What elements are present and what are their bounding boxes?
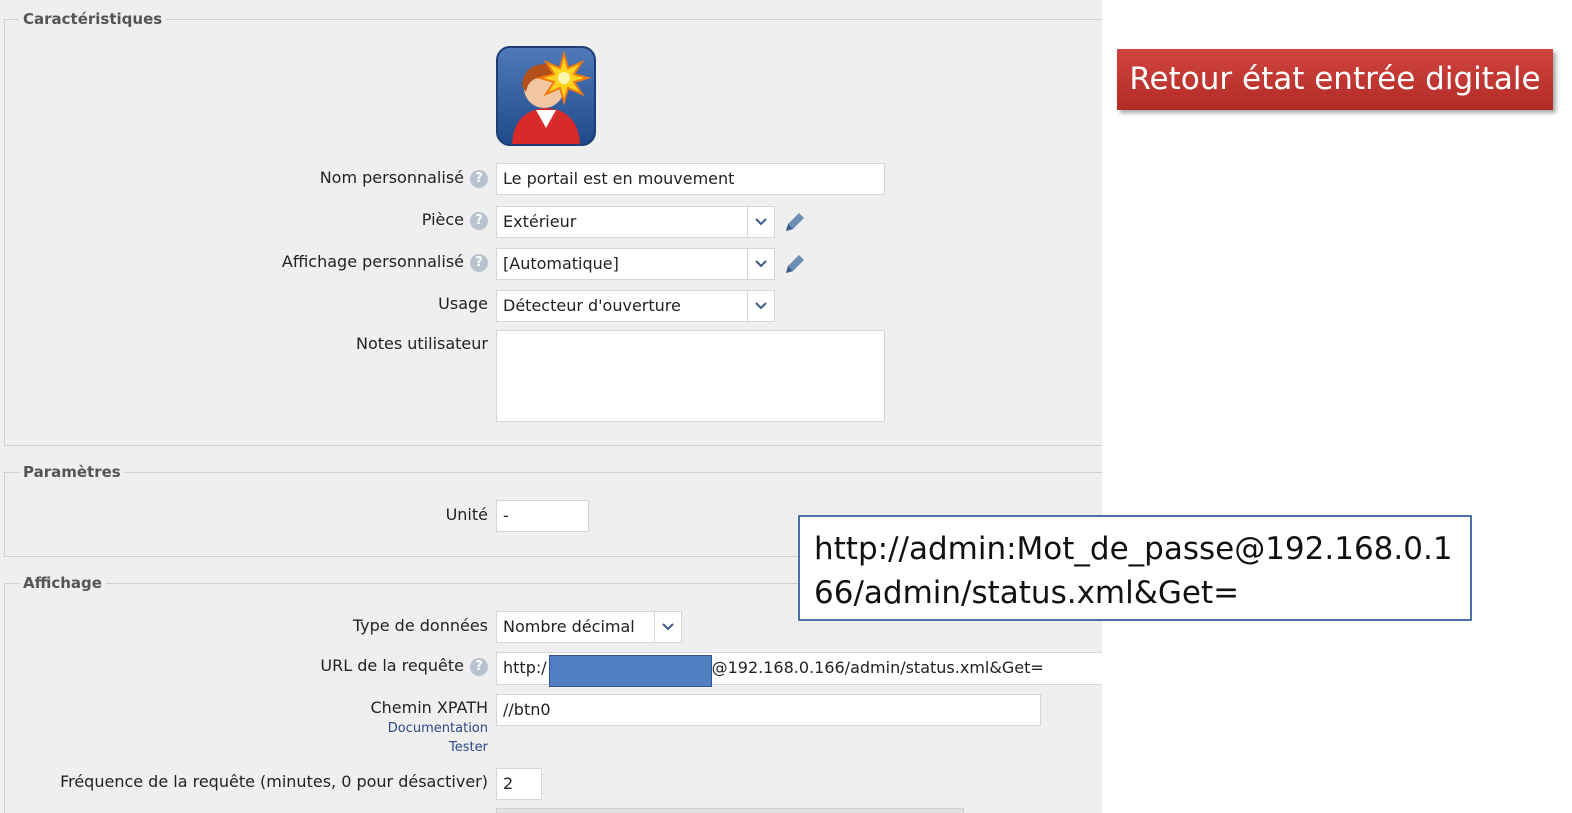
help-icon[interactable]: ? bbox=[470, 253, 488, 272]
section-title-affichage: Affichage bbox=[23, 574, 102, 592]
affichage-personnalise-select[interactable]: [Automatique] bbox=[496, 248, 775, 280]
notes-utilisateur-label: Notes utilisateur bbox=[355, 334, 488, 353]
help-icon[interactable]: ? bbox=[470, 211, 488, 230]
chevron-down-icon[interactable] bbox=[747, 249, 774, 279]
url-callout: http://admin:Mot_de_passe@192.168.0.166/… bbox=[798, 515, 1472, 621]
device-settings-panel: Caractéristiques Nom personnalisé? Le po… bbox=[0, 0, 1102, 813]
usage-label: Usage bbox=[438, 294, 488, 313]
piece-label: Pièce? bbox=[422, 210, 488, 230]
user-alert-avatar-icon[interactable] bbox=[496, 46, 596, 146]
piece-select[interactable]: Extérieur bbox=[496, 206, 775, 238]
chevron-down-icon[interactable] bbox=[747, 207, 774, 237]
nom-personnalise-input[interactable]: Le portail est en mouvement bbox=[496, 163, 885, 195]
edit-affichage-pencil-icon[interactable] bbox=[782, 251, 808, 277]
usage-select[interactable]: Détecteur d'ouverture bbox=[496, 290, 775, 322]
chemin-xpath-input[interactable]: //btn0 bbox=[496, 694, 1041, 726]
chevron-down-icon[interactable] bbox=[654, 612, 681, 642]
help-icon[interactable]: ? bbox=[470, 657, 488, 676]
nom-personnalise-label: Nom personnalisé? bbox=[320, 168, 488, 188]
type-donnees-label: Type de données bbox=[352, 616, 488, 635]
edit-piece-pencil-icon[interactable] bbox=[782, 209, 808, 235]
help-icon[interactable]: ? bbox=[470, 169, 488, 188]
section-title-parametres: Paramètres bbox=[23, 463, 121, 481]
type-donnees-select[interactable]: Nombre décimal bbox=[496, 611, 682, 643]
section-title-caracteristiques: Caractéristiques bbox=[23, 10, 163, 28]
frequence-requete-label: Fréquence de la requête (minutes, 0 pour… bbox=[60, 772, 488, 791]
unite-label: Unité bbox=[445, 505, 488, 524]
chemin-xpath-label: Chemin XPATH bbox=[370, 698, 488, 717]
notes-utilisateur-textarea[interactable] bbox=[496, 330, 885, 422]
documentation-link[interactable]: Documentation bbox=[388, 721, 488, 736]
url-requete-label: URL de la requête? bbox=[320, 656, 488, 676]
next-field-partial bbox=[496, 808, 964, 813]
unite-input[interactable]: - bbox=[496, 500, 589, 532]
redacted-credentials bbox=[549, 655, 712, 687]
affichage-personnalise-label: Affichage personnalisé? bbox=[282, 252, 488, 272]
chevron-down-icon[interactable] bbox=[747, 291, 774, 321]
frequence-requete-input[interactable]: 2 bbox=[496, 768, 542, 800]
tester-link[interactable]: Tester bbox=[449, 740, 488, 755]
title-badge: Retour état entrée digitale bbox=[1117, 49, 1553, 110]
